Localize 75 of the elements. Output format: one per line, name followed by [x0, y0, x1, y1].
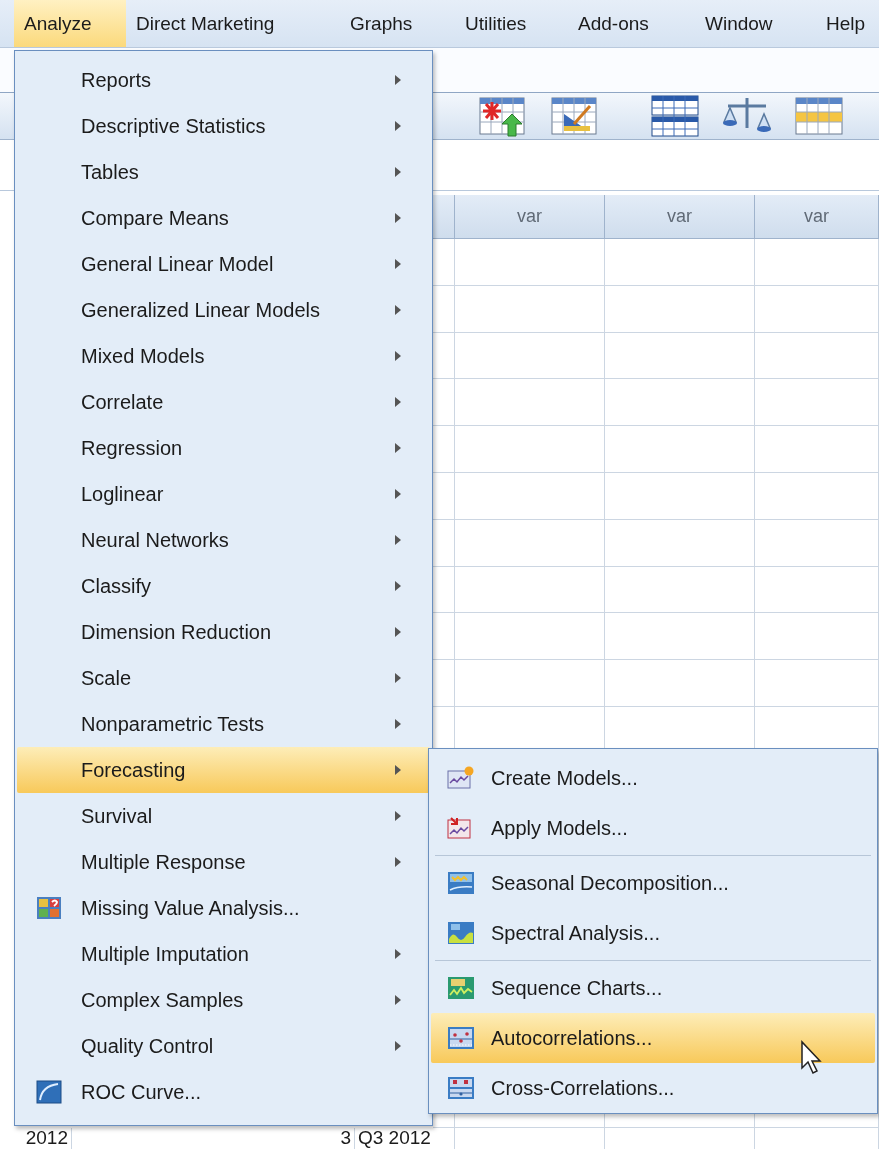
menu-item[interactable]: Reports [17, 57, 430, 103]
menu-item[interactable]: Multiple Response [17, 839, 430, 885]
submenu-arrow-icon [394, 396, 402, 408]
menu-item[interactable]: Apply Models... [431, 803, 875, 853]
submenu-arrow-icon [394, 1040, 402, 1052]
menu-item[interactable]: General Linear Model [17, 241, 430, 287]
menu-item[interactable]: Tables [17, 149, 430, 195]
menu-item[interactable]: ROC Curve... [17, 1069, 430, 1115]
menu-bar-item[interactable]: Help [816, 0, 879, 47]
menu-item[interactable]: Cross-Correlations... [431, 1063, 875, 1113]
menu-item[interactable]: Multiple Imputation [17, 931, 430, 977]
submenu-arrow-icon [394, 166, 402, 178]
menu-item[interactable]: Quality Control [17, 1023, 430, 1069]
submenu-arrow-icon [394, 948, 402, 960]
submenu-arrow-icon [394, 994, 402, 1006]
submenu-arrow-icon [394, 258, 402, 270]
submenu-arrow-icon [394, 580, 402, 592]
submenu-arrow-icon [394, 810, 402, 822]
submenu-arrow-icon [394, 120, 402, 132]
menu-item[interactable]: Autocorrelations... [431, 1013, 875, 1063]
submenu-arrow-icon [394, 764, 402, 776]
menu-item[interactable]: Missing Value Analysis... [17, 885, 430, 931]
menu-item[interactable]: Forecasting [17, 747, 430, 793]
submenu-arrow-icon [394, 350, 402, 362]
column-header[interactable]: var [755, 195, 879, 239]
multicolor-icon [36, 896, 62, 920]
submenu-arrow-icon [394, 488, 402, 500]
menu-item[interactable]: Descriptive Statistics [17, 103, 430, 149]
line-chart-icon [447, 976, 475, 1000]
menu-bar-item[interactable]: Analyze [14, 0, 126, 47]
table-cell: 3 [72, 1128, 355, 1149]
dot-chart-icon [447, 1076, 475, 1100]
menu-item[interactable]: Create Models... [431, 753, 875, 803]
menu-item[interactable]: Regression [17, 425, 430, 471]
menu-item[interactable]: Scale [17, 655, 430, 701]
table-cell: 2012 [0, 1128, 72, 1149]
dot-chart-icon [447, 1026, 475, 1050]
menu-item[interactable]: Mixed Models [17, 333, 430, 379]
menu-item[interactable]: Classify [17, 563, 430, 609]
menu-item[interactable]: Neural Networks [17, 517, 430, 563]
submenu-arrow-icon [394, 304, 402, 316]
submenu-arrow-icon [394, 534, 402, 546]
submenu-arrow-icon [394, 74, 402, 86]
column-header[interactable]: var [605, 195, 755, 239]
menu-item[interactable]: Complex Samples [17, 977, 430, 1023]
menu-item[interactable]: Compare Means [17, 195, 430, 241]
curve-chart-icon [36, 1080, 62, 1104]
menu-bar-item[interactable]: Window [695, 0, 816, 47]
submenu-arrow-icon [394, 442, 402, 454]
menu-item[interactable]: Dimension Reduction [17, 609, 430, 655]
submenu-arrow-icon [394, 718, 402, 730]
column-header[interactable]: var [455, 195, 605, 239]
table-icon [650, 94, 700, 138]
menu-item[interactable]: Generalized Linear Models [17, 287, 430, 333]
submenu-arrow-icon [394, 856, 402, 868]
table-cell: Q3 2012 [355, 1128, 455, 1149]
menu-item[interactable]: Sequence Charts... [431, 963, 875, 1013]
menu-bar-item[interactable]: Add-ons [568, 0, 695, 47]
line-chart-icon [447, 766, 475, 790]
column-header[interactable] [433, 195, 455, 239]
menu-bar-item[interactable]: Direct Marketing [126, 0, 340, 47]
chart-icon [447, 871, 475, 895]
submenu-arrow-icon [394, 626, 402, 638]
menu-item[interactable]: Spectral Analysis... [431, 908, 875, 958]
menu-item[interactable]: Seasonal Decomposition... [431, 858, 875, 908]
menu-bar-item[interactable]: Graphs [340, 0, 455, 47]
menu-item[interactable]: Loglinear [17, 471, 430, 517]
menu-item[interactable]: Survival [17, 793, 430, 839]
menu-item[interactable]: Correlate [17, 379, 430, 425]
menu-item[interactable]: Nonparametric Tests [17, 701, 430, 747]
mouse-pointer-icon [800, 1040, 824, 1076]
wave-chart-icon [447, 921, 475, 945]
submenu-arrow-icon [394, 212, 402, 224]
menu-bar-item[interactable]: Utilities [455, 0, 568, 47]
submenu-arrow-icon [394, 672, 402, 684]
